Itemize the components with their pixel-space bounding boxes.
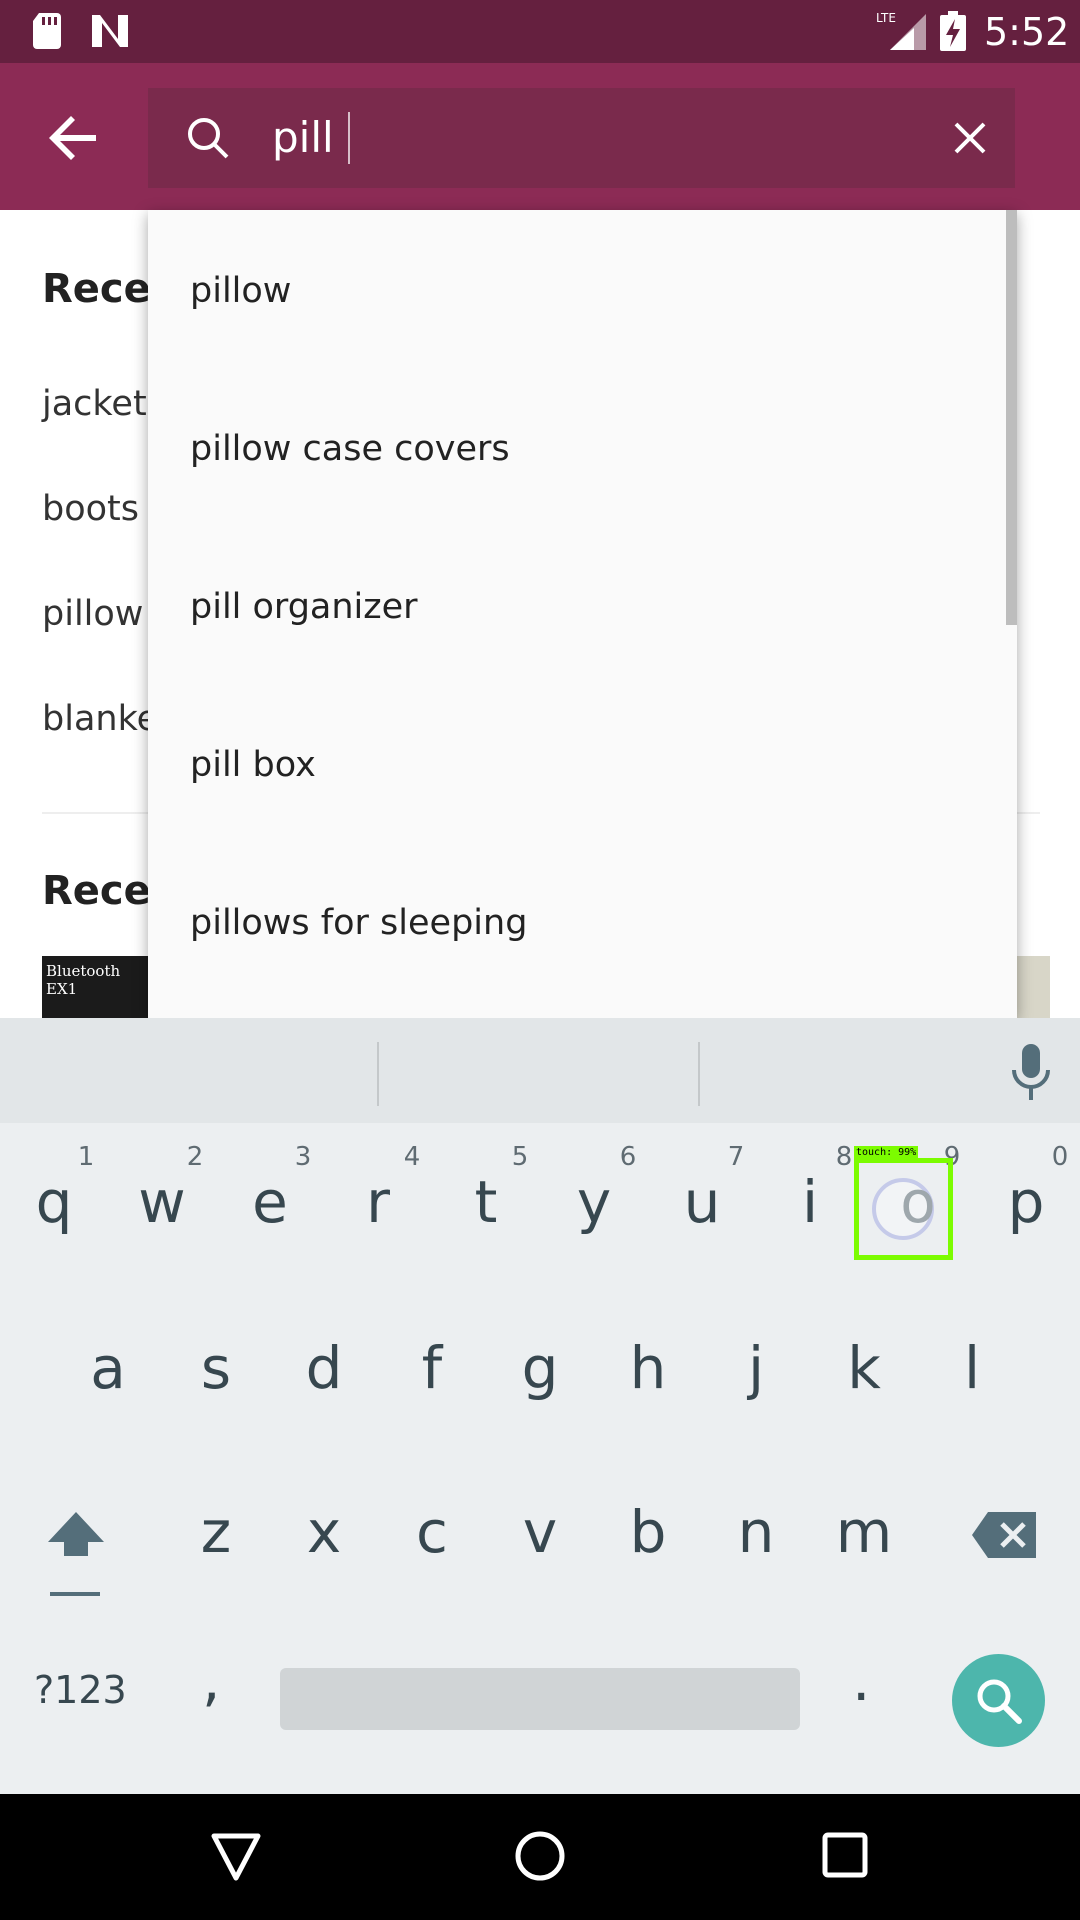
spacebar[interactable] xyxy=(280,1668,800,1730)
key-h[interactable]: h xyxy=(598,1334,698,1402)
key-n[interactable]: n xyxy=(706,1498,806,1566)
touch-highlight-box xyxy=(854,1158,953,1260)
microphone-icon[interactable] xyxy=(1010,1042,1052,1102)
key-f[interactable]: f xyxy=(382,1334,482,1402)
recent-search-item[interactable]: boots xyxy=(42,489,139,529)
recent-search-item[interactable]: blanke xyxy=(42,699,158,739)
key-c[interactable]: c xyxy=(382,1498,482,1566)
key-d[interactable]: d xyxy=(274,1334,374,1402)
close-icon[interactable] xyxy=(948,116,992,160)
key-z[interactable]: z xyxy=(166,1498,266,1566)
soft-keyboard: 1 2 3 4 5 6 7 8 9 0 q w e r t y u i o p … xyxy=(0,1018,1080,1794)
back-triangle-icon[interactable] xyxy=(210,1832,262,1882)
search-suggestions-list: pillow pillow case covers pill organizer… xyxy=(148,210,1017,1018)
back-arrow-icon[interactable] xyxy=(40,105,106,171)
key-i[interactable]: i xyxy=(760,1168,860,1236)
key-y[interactable]: y xyxy=(544,1168,644,1236)
keyboard-suggestion-strip xyxy=(0,1018,1080,1123)
signal-lte-icon: LTE xyxy=(876,11,926,50)
product-thumbnail[interactable]: Bluetooth EX1 xyxy=(42,956,152,1018)
status-bar: LTE 5:52 xyxy=(0,0,1080,63)
key-q[interactable]: q xyxy=(4,1168,104,1236)
status-time: 5:52 xyxy=(984,10,1070,54)
recent-search-item[interactable]: pillow xyxy=(42,594,143,634)
key-u[interactable]: u xyxy=(652,1168,752,1236)
navigation-bar xyxy=(0,1794,1080,1920)
text-cursor xyxy=(348,112,350,164)
suggestion-item[interactable]: pillow case covers xyxy=(190,409,970,489)
key-v[interactable]: v xyxy=(490,1498,590,1566)
key-x[interactable]: x xyxy=(274,1498,374,1566)
search-input[interactable]: pill xyxy=(148,88,1015,188)
suggestion-item[interactable]: pillows for sleeping xyxy=(190,883,970,963)
svg-text:LTE: LTE xyxy=(876,11,896,25)
suggestion-item[interactable]: pill organizer xyxy=(190,567,970,647)
shift-icon[interactable] xyxy=(44,1508,108,1598)
key-r[interactable]: r xyxy=(328,1168,428,1236)
key-k[interactable]: k xyxy=(814,1334,914,1402)
key-l[interactable]: l xyxy=(922,1334,1022,1402)
touch-label: touch: 99% xyxy=(854,1146,918,1160)
suggestion-item[interactable]: pillow xyxy=(190,251,970,331)
home-circle-icon[interactable] xyxy=(514,1830,566,1882)
key-w[interactable]: w xyxy=(112,1168,212,1236)
suggestion-item[interactable]: pill box xyxy=(190,725,970,805)
strip-divider xyxy=(377,1042,379,1106)
backspace-icon[interactable] xyxy=(970,1510,1038,1560)
recents-square-icon[interactable] xyxy=(822,1832,868,1878)
search-query-text[interactable]: pill xyxy=(272,108,334,168)
search-icon xyxy=(977,1679,1022,1724)
battery-charging-icon xyxy=(940,11,966,51)
key-j[interactable]: j xyxy=(706,1334,806,1402)
symbols-key[interactable]: ?123 xyxy=(34,1668,127,1712)
scrollbar[interactable] xyxy=(1006,210,1017,625)
key-g[interactable]: g xyxy=(490,1334,590,1402)
recent-search-item[interactable]: jacket xyxy=(42,384,147,424)
key-m[interactable]: m xyxy=(814,1498,914,1566)
sd-card-icon xyxy=(33,13,61,49)
strip-divider xyxy=(698,1042,700,1106)
key-p[interactable]: p xyxy=(976,1168,1076,1236)
search-icon xyxy=(188,118,229,159)
key-t[interactable]: t xyxy=(436,1168,536,1236)
key-a[interactable]: a xyxy=(58,1334,158,1402)
key-s[interactable]: s xyxy=(166,1334,266,1402)
key-period[interactable]: . xyxy=(852,1646,870,1714)
key-e[interactable]: e xyxy=(220,1168,320,1236)
search-submit-button[interactable] xyxy=(952,1654,1045,1747)
search-toolbar: pill xyxy=(0,63,1080,210)
key-b[interactable]: b xyxy=(598,1498,698,1566)
android-n-icon xyxy=(92,15,128,47)
key-comma[interactable]: , xyxy=(202,1646,220,1714)
